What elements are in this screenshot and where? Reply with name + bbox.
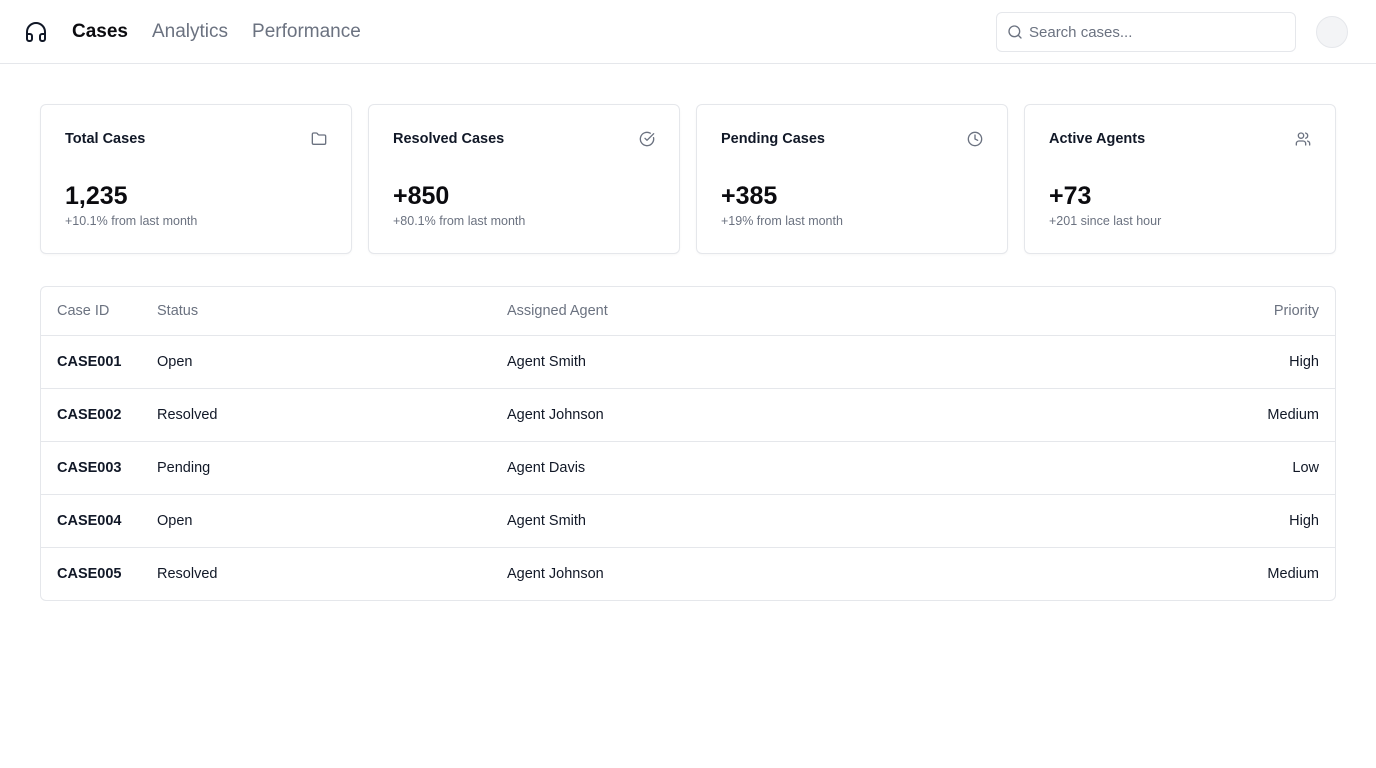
- column-header-case-id[interactable]: Case ID: [41, 287, 157, 336]
- cell-case-id: CASE003: [41, 441, 157, 495]
- stat-card-value: +73: [1049, 182, 1092, 210]
- nav-cases[interactable]: Cases: [72, 19, 128, 45]
- cell-agent: Agent Smith: [507, 335, 1003, 389]
- column-header-status[interactable]: Status: [157, 287, 507, 336]
- cell-agent: Agent Davis: [507, 441, 1003, 495]
- stat-card-active-agents: Active Agents +73 +201 since last hour: [1024, 104, 1336, 254]
- search-box: [996, 12, 1296, 52]
- cell-case-id: CASE004: [41, 494, 157, 548]
- stat-card-title: Total Cases: [65, 131, 146, 147]
- cell-status: Pending: [157, 441, 507, 495]
- table-row[interactable]: CASE003 Pending Agent Davis Low: [41, 441, 1335, 495]
- users-icon: [1295, 131, 1311, 147]
- stat-card-value: +385: [721, 182, 778, 210]
- table-row[interactable]: CASE001 Open Agent Smith High: [41, 335, 1335, 389]
- stat-card-resolved-cases: Resolved Cases +850 +80.1% from last mon…: [368, 104, 680, 254]
- stat-card-subtext: +19% from last month: [721, 214, 843, 228]
- top-bar: Cases Analytics Performance: [0, 0, 1376, 64]
- nav-performance[interactable]: Performance: [252, 19, 361, 45]
- cell-case-id: CASE001: [41, 335, 157, 389]
- stat-card-value: 1,235: [65, 182, 128, 210]
- cell-priority: Medium: [1002, 388, 1335, 442]
- cell-case-id: CASE002: [41, 388, 157, 442]
- column-header-priority[interactable]: Priority: [1002, 287, 1335, 336]
- column-header-assigned-agent[interactable]: Assigned Agent: [507, 287, 1003, 336]
- cell-status: Resolved: [157, 565, 218, 582]
- search-input[interactable]: [1029, 13, 1289, 51]
- table-row[interactable]: CASE002 Resolved Agent Johnson Medium: [41, 388, 1335, 442]
- clock-icon: [967, 131, 983, 147]
- cell-agent: Agent Smith: [507, 494, 1003, 548]
- cell-status: Open: [157, 494, 507, 548]
- cell-agent: Agent Johnson: [507, 565, 604, 582]
- cell-priority: Medium: [1267, 565, 1319, 582]
- stat-card-total-cases: Total Cases 1,235 +10.1% from last month: [40, 104, 352, 254]
- stat-card-title: Pending Cases: [721, 131, 825, 147]
- stat-card-pending-cases: Pending Cases +385 +19% from last month: [696, 104, 1008, 254]
- cell-status: Resolved: [157, 388, 507, 442]
- cases-table: Case ID Status Assigned Agent Priority C…: [40, 286, 1336, 601]
- stat-card-subtext: +201 since last hour: [1049, 214, 1162, 228]
- cell-status: Open: [157, 335, 507, 389]
- table-header-row: Case ID Status Assigned Agent Priority: [41, 287, 1335, 336]
- cell-agent: Agent Johnson: [507, 388, 1003, 442]
- headphones-icon[interactable]: [24, 20, 48, 44]
- stat-card-value: +850: [393, 182, 450, 210]
- stats-cards: Total Cases 1,235 +10.1% from last month…: [40, 104, 1336, 254]
- stat-card-subtext: +10.1% from last month: [65, 214, 198, 228]
- stat-card-title: Resolved Cases: [393, 131, 505, 147]
- check-circle-icon: [639, 131, 655, 147]
- user-avatar[interactable]: [1316, 16, 1348, 48]
- cell-priority: Low: [1002, 441, 1335, 495]
- main-nav: Cases Analytics Performance: [72, 19, 361, 45]
- stat-card-subtext: +80.1% from last month: [393, 214, 526, 228]
- table-row[interactable]: CASE005 Resolved Agent Johnson Medium: [41, 547, 1335, 600]
- cell-priority: High: [1002, 494, 1335, 548]
- folder-icon: [311, 131, 327, 147]
- cell-case-id: CASE005: [57, 565, 122, 582]
- search-icon: [1007, 24, 1023, 40]
- nav-analytics[interactable]: Analytics: [152, 19, 228, 45]
- table-row[interactable]: CASE004 Open Agent Smith High: [41, 494, 1335, 548]
- cell-priority: High: [1002, 335, 1335, 389]
- stat-card-title: Active Agents: [1049, 131, 1146, 147]
